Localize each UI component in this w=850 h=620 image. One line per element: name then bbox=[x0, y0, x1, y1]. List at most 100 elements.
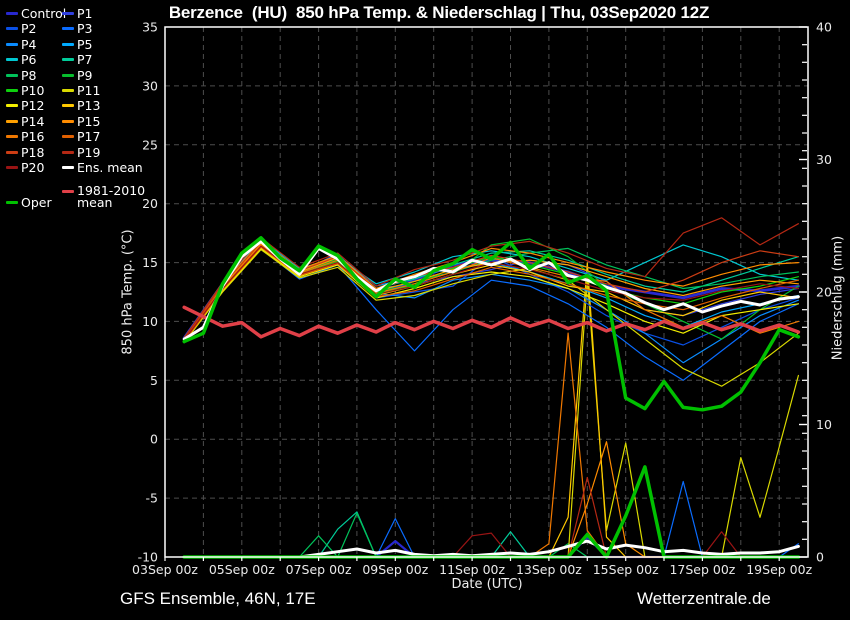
legend-swatch bbox=[6, 43, 18, 46]
legend-item-p6: P6 bbox=[6, 52, 37, 67]
legend-swatch bbox=[6, 166, 18, 169]
legend-label: Control bbox=[21, 6, 66, 21]
legend-label: P8 bbox=[21, 68, 37, 83]
legend-swatch bbox=[62, 27, 74, 30]
precip-series-p8 bbox=[184, 513, 798, 557]
legend-item-p14: P14 bbox=[6, 114, 44, 129]
legend-label: 1981-2010 mean bbox=[77, 185, 147, 209]
legend-label: Ens. mean bbox=[77, 160, 143, 175]
legend-swatch bbox=[62, 166, 74, 169]
x-tick-label: 19Sep 00z bbox=[746, 562, 812, 577]
legend-label: P7 bbox=[77, 52, 93, 67]
legend-label: P19 bbox=[77, 145, 100, 160]
legend-swatch bbox=[62, 12, 74, 15]
legend-item-p17: P17 bbox=[62, 129, 100, 144]
legend-item-p16: P16 bbox=[6, 129, 44, 144]
legend-swatch bbox=[6, 74, 18, 77]
y-left-tick-label: 0 bbox=[150, 432, 158, 447]
y-right-tick-label: 0 bbox=[816, 550, 824, 565]
legend-item-1981-2010-mean: 1981-2010 mean bbox=[62, 185, 147, 209]
x-tick-label: 09Sep 00z bbox=[362, 562, 428, 577]
precip-series-ens-mean bbox=[184, 541, 798, 557]
y-left-tick-label: 10 bbox=[142, 314, 158, 329]
legend-item-p3: P3 bbox=[62, 21, 93, 36]
legend-item-p18: P18 bbox=[6, 145, 44, 160]
legend-label: P4 bbox=[21, 37, 37, 52]
legend-item-p12: P12 bbox=[6, 98, 44, 113]
y-axis-label-temperature: 850 hPa Temp. (°C) bbox=[121, 229, 136, 354]
x-tick-label: 13Sep 00z bbox=[516, 562, 582, 577]
legend-label: P18 bbox=[21, 145, 44, 160]
legend-label: P20 bbox=[21, 160, 44, 175]
legend-label: P9 bbox=[77, 68, 93, 83]
legend-label: P6 bbox=[21, 52, 37, 67]
legend-item-p15: P15 bbox=[62, 114, 100, 129]
legend-label: P17 bbox=[77, 129, 100, 144]
precip-series-p16 bbox=[184, 333, 798, 557]
legend-item-ens-mean: Ens. mean bbox=[62, 160, 143, 175]
legend-item-p9: P9 bbox=[62, 68, 93, 83]
x-tick-label: 11Sep 00z bbox=[439, 562, 505, 577]
legend-swatch bbox=[6, 58, 18, 61]
x-tick-label: 05Sep 00z bbox=[209, 562, 275, 577]
y-left-tick-label: 5 bbox=[150, 373, 158, 388]
legend-label: P13 bbox=[77, 98, 100, 113]
legend-swatch bbox=[6, 12, 18, 15]
legend-item-p2: P2 bbox=[6, 21, 37, 36]
legend-swatch bbox=[62, 74, 74, 77]
legend-swatch bbox=[62, 190, 74, 193]
legend-label: P12 bbox=[21, 98, 44, 113]
legend-item-p11: P11 bbox=[62, 83, 100, 98]
legend-item-p19: P19 bbox=[62, 145, 100, 160]
legend: Control P1 P2 P3 P4 P5 P6 P7 P8 P9 P10 P11 P12 P13 P14… bbox=[4, 4, 204, 219]
legend-label: P10 bbox=[21, 83, 44, 98]
y-axis-label-precipitation: Niederschlag (mm) bbox=[831, 236, 846, 361]
legend-label: P1 bbox=[77, 6, 93, 21]
y-right-tick-label: 30 bbox=[816, 152, 832, 167]
legend-item-p10: P10 bbox=[6, 83, 44, 98]
y-right-tick-label: 10 bbox=[816, 417, 832, 432]
x-tick-label: 03Sep 00z bbox=[132, 562, 198, 577]
legend-swatch bbox=[6, 120, 18, 123]
legend-label: Oper bbox=[21, 195, 52, 210]
legend-swatch bbox=[6, 201, 18, 204]
x-tick-label: 07Sep 00z bbox=[286, 562, 352, 577]
x-tick-label: 17Sep 00z bbox=[669, 562, 735, 577]
legend-label: P3 bbox=[77, 21, 93, 36]
legend-swatch bbox=[62, 58, 74, 61]
legend-swatch bbox=[62, 104, 74, 107]
y-left-tick-label: -5 bbox=[146, 491, 158, 506]
y-left-tick-label: 15 bbox=[142, 255, 158, 270]
source-watermark: Wetterzentrale.de bbox=[637, 589, 771, 609]
precip-series-p19 bbox=[184, 478, 798, 558]
legend-item-p13: P13 bbox=[62, 98, 100, 113]
meteogram-chart: 35302520151050-5-1001020304003Sep 00z05S… bbox=[0, 0, 850, 620]
legend-swatch bbox=[6, 135, 18, 138]
legend-swatch bbox=[6, 151, 18, 154]
legend-label: P14 bbox=[21, 114, 44, 129]
x-tick-label: 15Sep 00z bbox=[593, 562, 659, 577]
legend-label: P2 bbox=[21, 21, 37, 36]
legend-item-p5: P5 bbox=[62, 37, 93, 52]
legend-item-p4: P4 bbox=[6, 37, 37, 52]
legend-label: P15 bbox=[77, 114, 100, 129]
legend-swatch bbox=[62, 120, 74, 123]
legend-item-control: Control bbox=[6, 6, 66, 21]
legend-swatch bbox=[6, 27, 18, 30]
legend-label: P11 bbox=[77, 83, 100, 98]
precip-series-oper bbox=[184, 467, 798, 557]
legend-swatch bbox=[6, 104, 18, 107]
x-axis-label-date: Date (UTC) bbox=[451, 577, 522, 592]
legend-swatch bbox=[6, 89, 18, 92]
legend-item-p8: P8 bbox=[6, 68, 37, 83]
model-location-caption: GFS Ensemble, 46N, 17E bbox=[120, 589, 316, 609]
precip-series-p7 bbox=[184, 512, 798, 557]
legend-item-p7: P7 bbox=[62, 52, 93, 67]
temp-series-p3 bbox=[184, 248, 798, 380]
legend-label: P16 bbox=[21, 129, 44, 144]
legend-swatch bbox=[62, 135, 74, 138]
legend-item-p20: P20 bbox=[6, 160, 44, 175]
legend-label: P5 bbox=[77, 37, 93, 52]
legend-swatch bbox=[62, 43, 74, 46]
legend-swatch bbox=[62, 151, 74, 154]
